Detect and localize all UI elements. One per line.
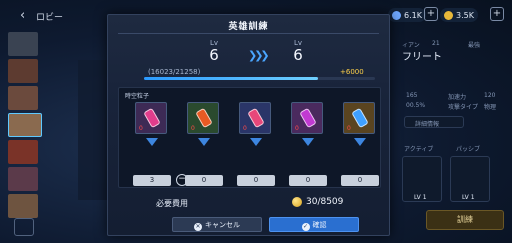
item-card[interactable]: 0 bbox=[343, 102, 375, 134]
potion-icon bbox=[247, 107, 265, 129]
info-text: 加速力 bbox=[448, 94, 467, 101]
hero-list bbox=[8, 32, 42, 221]
items-label: 時空粒子 bbox=[125, 93, 150, 100]
active-skill-level: LV 1 bbox=[414, 194, 427, 201]
resource-counter-1: 6.1K bbox=[388, 8, 426, 22]
info-text: 00.5% bbox=[406, 102, 426, 109]
info-text: 21 bbox=[432, 40, 440, 47]
skill-tab-active[interactable]: アクティブ bbox=[404, 144, 433, 153]
quantity-field[interactable]: 0 bbox=[341, 175, 379, 186]
title-divider bbox=[118, 33, 379, 34]
current-level: Lv 6 bbox=[194, 39, 234, 64]
dialog-title: 英雄訓練 bbox=[228, 22, 269, 32]
exp-text: (16023/21258) bbox=[148, 68, 201, 76]
close-icon: ✕ bbox=[194, 223, 202, 231]
hero-portrait[interactable] bbox=[8, 167, 38, 191]
down-arrow-icon bbox=[198, 138, 210, 146]
info-text: 最強 bbox=[468, 42, 481, 49]
item-count: 0 bbox=[191, 125, 195, 132]
train-button[interactable]: 訓練 bbox=[426, 210, 504, 230]
add-resource-1-button[interactable]: + bbox=[424, 7, 438, 21]
details-button[interactable]: 詳細情報 bbox=[404, 116, 464, 128]
down-arrow-icon bbox=[302, 138, 314, 146]
cost-value: 30/8509 bbox=[306, 197, 344, 207]
cancel-label: キャンセル bbox=[205, 221, 240, 229]
item-slot-4[interactable]: 0 bbox=[291, 102, 325, 146]
passive-skill-level: LV 1 bbox=[462, 194, 475, 201]
item-count: 0 bbox=[139, 125, 143, 132]
down-arrow-icon bbox=[250, 138, 262, 146]
exp-progress-fill bbox=[144, 77, 319, 80]
items-panel: 時空粒子 0 0 0 0 0 3 − 0 0 0 0 bbox=[118, 87, 381, 188]
target-level: Lv 6 bbox=[278, 39, 318, 64]
hero-training-dialog: 英雄訓練 Lv 6 ❯❯❯ Lv 6 (16023/21258) +6000 時… bbox=[107, 14, 390, 236]
resource-counter-2: 3.5K bbox=[440, 8, 478, 22]
cancel-button[interactable]: ✕ キャンセル bbox=[172, 217, 262, 232]
quantity-field[interactable]: 0 bbox=[237, 175, 275, 186]
item-card[interactable]: 0 bbox=[135, 102, 167, 134]
cost-label: 必要費用 bbox=[156, 199, 188, 208]
lobby-label[interactable]: ロビー bbox=[36, 10, 63, 23]
quantity-field[interactable]: 3 bbox=[133, 175, 171, 186]
item-slot-3[interactable]: 0 bbox=[239, 102, 273, 146]
item-count: 0 bbox=[347, 125, 351, 132]
item-count: 0 bbox=[295, 125, 299, 132]
info-text: 165 bbox=[406, 92, 418, 99]
potion-icon bbox=[195, 107, 213, 129]
gem-icon bbox=[392, 10, 401, 20]
item-card[interactable]: 0 bbox=[187, 102, 219, 134]
grid-view-icon[interactable] bbox=[14, 218, 34, 236]
gold-coin-icon bbox=[444, 10, 453, 20]
back-arrow-icon[interactable]: ‹ bbox=[20, 8, 25, 23]
hero-portrait[interactable] bbox=[8, 140, 38, 164]
potion-icon bbox=[143, 107, 161, 129]
quantity-field[interactable]: 0 bbox=[185, 175, 223, 186]
hero-portrait[interactable] bbox=[8, 59, 38, 83]
potion-icon bbox=[299, 107, 317, 129]
item-slot-5[interactable]: 0 bbox=[343, 102, 377, 146]
hero-name: フリート bbox=[402, 52, 442, 63]
gold-coin-icon bbox=[292, 197, 302, 207]
exp-progress-bar bbox=[144, 77, 375, 80]
chevrons-right-icon: ❯❯❯ bbox=[248, 49, 270, 62]
details-label: 詳細情報 bbox=[415, 121, 440, 128]
hero-portrait-selected[interactable] bbox=[8, 113, 42, 137]
hero-list-secondary bbox=[78, 60, 108, 200]
hero-portrait[interactable] bbox=[8, 194, 38, 218]
info-text: 120 bbox=[484, 92, 496, 99]
item-card[interactable]: 0 bbox=[239, 102, 271, 134]
add-resource-2-button[interactable]: + bbox=[490, 7, 504, 21]
confirm-label: 確認 bbox=[312, 221, 327, 229]
exp-bonus: +6000 bbox=[340, 68, 364, 76]
item-slot-2[interactable]: 0 bbox=[187, 102, 221, 146]
quantity-field[interactable]: 0 bbox=[289, 175, 327, 186]
confirm-button[interactable]: ✓ 確認 bbox=[269, 217, 359, 232]
hero-portrait[interactable] bbox=[8, 32, 38, 56]
item-slot-1[interactable]: 0 bbox=[135, 102, 169, 146]
current-level-value: 6 bbox=[209, 46, 219, 64]
item-count: 0 bbox=[243, 125, 247, 132]
check-icon: ✓ bbox=[301, 223, 310, 231]
down-arrow-icon bbox=[354, 138, 366, 146]
potion-icon bbox=[351, 107, 369, 129]
item-card[interactable]: 0 bbox=[291, 102, 323, 134]
skill-tab-passive[interactable]: パッシブ bbox=[456, 144, 480, 153]
info-text: 物理 bbox=[484, 104, 497, 111]
down-arrow-icon bbox=[146, 138, 158, 146]
hero-portrait[interactable] bbox=[8, 86, 38, 110]
info-text: 攻撃タイプ bbox=[448, 104, 479, 111]
hero-info-panel: ィアン 21 最強 フリート 165 加速力 120 00.5% 攻撃タイプ 物… bbox=[398, 38, 506, 238]
target-level-value: 6 bbox=[293, 46, 303, 64]
